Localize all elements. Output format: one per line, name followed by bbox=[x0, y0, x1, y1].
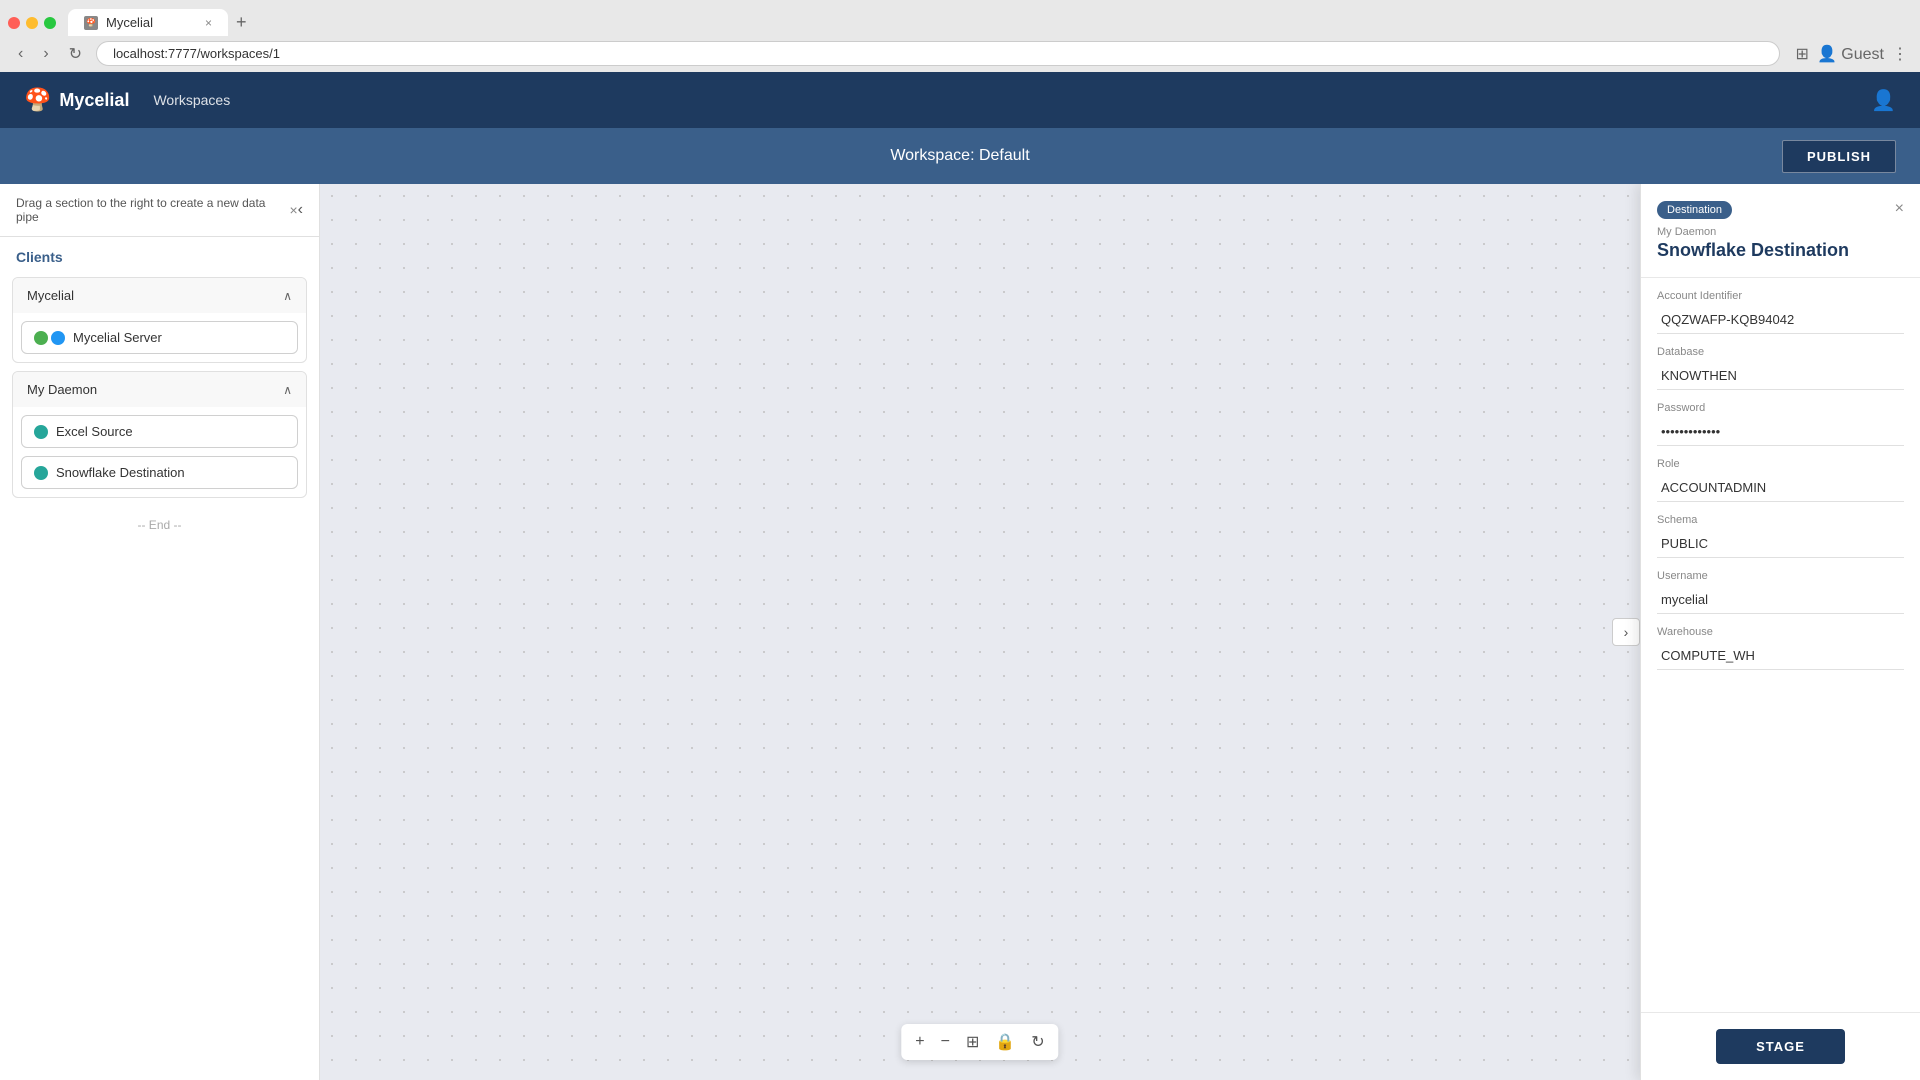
account-identifier-input[interactable] bbox=[1657, 306, 1904, 334]
username-field: Username bbox=[1657, 570, 1904, 614]
excel-source-item[interactable]: Excel Source bbox=[21, 415, 298, 448]
role-field: Role bbox=[1657, 458, 1904, 502]
reset-button[interactable]: ↻ bbox=[1025, 1028, 1050, 1056]
green-indicator bbox=[34, 331, 48, 345]
database-input[interactable] bbox=[1657, 362, 1904, 390]
my-daemon-group-name: My Daemon bbox=[27, 382, 97, 397]
user-button[interactable]: 👤 bbox=[1871, 88, 1896, 113]
username-label: Username bbox=[1657, 570, 1904, 582]
logo: 🍄 Mycelial bbox=[24, 87, 129, 113]
mycelial-group: Mycelial ∧ Mycelial Server bbox=[12, 277, 307, 363]
fit-button[interactable]: ⊞ bbox=[960, 1028, 985, 1056]
clients-label: Clients bbox=[0, 237, 319, 273]
database-label: Database bbox=[1657, 346, 1904, 358]
canvas-controls: + − ⊞ 🔒 ↻ bbox=[901, 1024, 1058, 1060]
mycelial-server-item[interactable]: Mycelial Server bbox=[21, 321, 298, 354]
hint-close-button[interactable]: × bbox=[289, 202, 297, 218]
extensions-button[interactable]: ⊞ bbox=[1796, 44, 1809, 64]
lock-button[interactable]: 🔒 bbox=[989, 1028, 1021, 1056]
mycelial-group-items: Mycelial Server bbox=[13, 313, 306, 362]
username-input[interactable] bbox=[1657, 586, 1904, 614]
canvas-toggle-right[interactable]: › bbox=[1612, 618, 1640, 646]
stage-button[interactable]: STAGE bbox=[1716, 1029, 1845, 1064]
database-field: Database bbox=[1657, 346, 1904, 390]
warehouse-input[interactable] bbox=[1657, 642, 1904, 670]
tab-title: Mycelial bbox=[106, 15, 153, 30]
my-daemon-group-items: Excel Source Snowflake Destination bbox=[13, 407, 306, 497]
warehouse-label: Warehouse bbox=[1657, 626, 1904, 638]
role-input[interactable] bbox=[1657, 474, 1904, 502]
schema-input[interactable] bbox=[1657, 530, 1904, 558]
tab-favicon: 🍄 bbox=[84, 16, 98, 30]
password-field: Password bbox=[1657, 402, 1904, 446]
workspace-title: Workspace: Default bbox=[24, 147, 1896, 165]
top-nav: 🍄 Mycelial Workspaces 👤 bbox=[0, 72, 1920, 128]
browser-chrome: 🍄 Mycelial × + ‹ › ↻ localhost:7777/work… bbox=[0, 0, 1920, 72]
snowflake-indicators bbox=[34, 466, 48, 480]
back-button[interactable]: ‹ bbox=[12, 43, 29, 65]
mycelial-group-header[interactable]: Mycelial ∧ bbox=[13, 278, 306, 313]
profile-button[interactable]: 👤 Guest bbox=[1817, 44, 1884, 64]
right-panel: Destination My Daemon Snowflake Destinat… bbox=[1640, 184, 1920, 1080]
password-input[interactable] bbox=[1657, 418, 1904, 446]
publish-button[interactable]: PUBLISH bbox=[1782, 140, 1896, 173]
mycelial-server-indicators bbox=[34, 331, 65, 345]
teal-indicator bbox=[34, 425, 48, 439]
mycelial-chevron[interactable]: ∧ bbox=[283, 289, 292, 303]
address-bar[interactable]: localhost:7777/workspaces/1 bbox=[96, 41, 1779, 66]
schema-label: Schema bbox=[1657, 514, 1904, 526]
browser-tab[interactable]: 🍄 Mycelial × bbox=[68, 9, 228, 36]
new-tab-button[interactable]: + bbox=[232, 8, 251, 37]
end-label: -- End -- bbox=[0, 502, 319, 548]
workspaces-link[interactable]: Workspaces bbox=[153, 92, 230, 108]
tab-close-btn[interactable]: × bbox=[205, 16, 212, 30]
workspace-bar: Workspace: Default PUBLISH bbox=[0, 128, 1920, 184]
teal-indicator-2 bbox=[34, 466, 48, 480]
mycelial-server-label: Mycelial Server bbox=[73, 330, 162, 345]
my-daemon-chevron[interactable]: ∧ bbox=[283, 383, 292, 397]
sidebar-header: Drag a section to the right to create a … bbox=[0, 184, 319, 237]
right-panel-header: Destination My Daemon Snowflake Destinat… bbox=[1641, 184, 1920, 278]
panel-subtitle: My Daemon bbox=[1657, 226, 1849, 238]
account-identifier-label: Account Identifier bbox=[1657, 290, 1904, 302]
excel-source-label: Excel Source bbox=[56, 424, 133, 439]
password-label: Password bbox=[1657, 402, 1904, 414]
forward-button[interactable]: › bbox=[37, 43, 54, 65]
window-maximize-dot[interactable] bbox=[44, 17, 56, 29]
snowflake-destination-label: Snowflake Destination bbox=[56, 465, 185, 480]
my-daemon-group: My Daemon ∧ Excel Source Snowflak bbox=[12, 371, 307, 498]
account-identifier-field: Account Identifier bbox=[1657, 290, 1904, 334]
sidebar-collapse-button[interactable]: ‹ bbox=[298, 201, 303, 219]
panel-footer: STAGE bbox=[1641, 1012, 1920, 1080]
role-label: Role bbox=[1657, 458, 1904, 470]
left-sidebar: Drag a section to the right to create a … bbox=[0, 184, 320, 1080]
schema-field: Schema bbox=[1657, 514, 1904, 558]
app: 🍄 Mycelial Workspaces 👤 Workspace: Defau… bbox=[0, 72, 1920, 1080]
mycelial-group-name: Mycelial bbox=[27, 288, 74, 303]
panel-header-left: Destination My Daemon Snowflake Destinat… bbox=[1657, 200, 1849, 261]
excel-source-indicators bbox=[34, 425, 48, 439]
panel-form: Account Identifier Database Password Rol… bbox=[1641, 278, 1920, 682]
window-close-dot[interactable] bbox=[8, 17, 20, 29]
my-daemon-group-header[interactable]: My Daemon ∧ bbox=[13, 372, 306, 407]
canvas-area[interactable]: › + − ⊞ 🔒 ↻ bbox=[320, 184, 1640, 1080]
destination-badge: Destination bbox=[1657, 201, 1732, 219]
zoom-in-button[interactable]: + bbox=[909, 1028, 930, 1056]
snowflake-destination-item[interactable]: Snowflake Destination bbox=[21, 456, 298, 489]
menu-button[interactable]: ⋮ bbox=[1892, 44, 1908, 64]
drag-hint: Drag a section to the right to create a … bbox=[16, 196, 289, 224]
panel-close-button[interactable]: × bbox=[1895, 200, 1904, 218]
main-content: Drag a section to the right to create a … bbox=[0, 184, 1920, 1080]
zoom-out-button[interactable]: − bbox=[935, 1028, 956, 1056]
warehouse-field: Warehouse bbox=[1657, 626, 1904, 670]
panel-title: Snowflake Destination bbox=[1657, 240, 1849, 261]
blue-indicator bbox=[51, 331, 65, 345]
window-minimize-dot[interactable] bbox=[26, 17, 38, 29]
logo-icon: 🍄 bbox=[24, 87, 51, 113]
refresh-button[interactable]: ↻ bbox=[63, 42, 88, 66]
logo-text: Mycelial bbox=[59, 90, 129, 111]
